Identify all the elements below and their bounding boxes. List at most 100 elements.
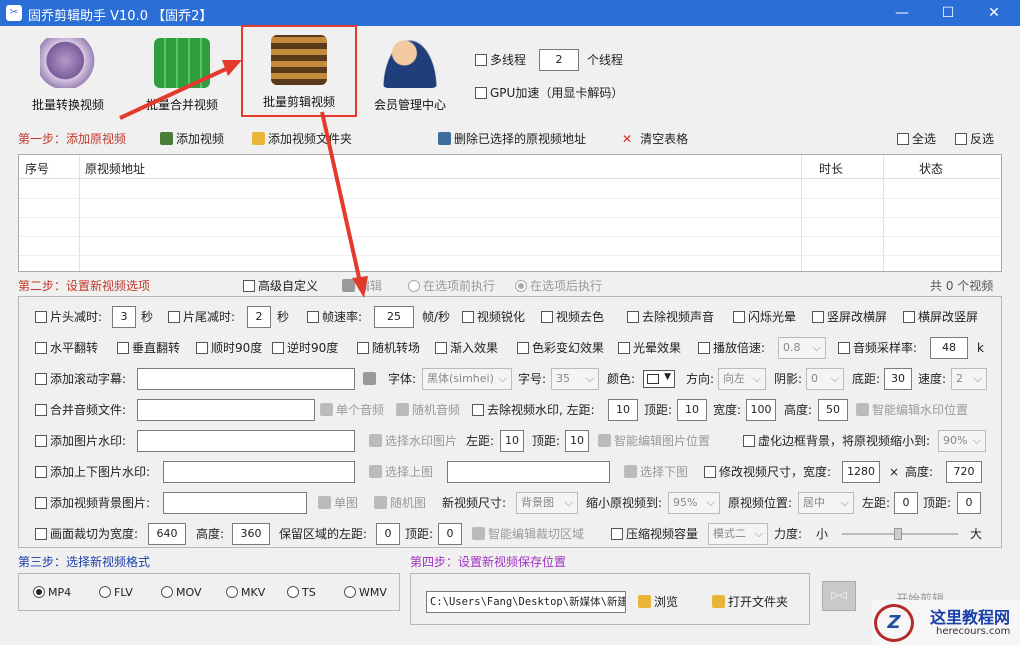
after-option[interactable]: 在选项后执行 bbox=[515, 275, 602, 297]
batch-edit-button[interactable]: 批量剪辑视频 bbox=[241, 25, 357, 117]
size-select[interactable]: 35 bbox=[551, 368, 599, 390]
samplerate-input[interactable]: 48 bbox=[930, 337, 968, 359]
crop-height-input[interactable]: 360 bbox=[232, 523, 270, 545]
mode-select[interactable]: 模式二 bbox=[708, 523, 768, 545]
color-fx-checkbox[interactable] bbox=[517, 342, 529, 354]
head-cut-input[interactable]: 3 bbox=[112, 306, 136, 328]
rotn90-option[interactable]: 逆时90度 bbox=[272, 337, 338, 359]
rotn90-checkbox[interactable] bbox=[272, 342, 284, 354]
glow-checkbox[interactable] bbox=[618, 342, 630, 354]
col-status[interactable]: 状态 bbox=[919, 160, 943, 177]
minimize-button[interactable]: — bbox=[892, 3, 912, 23]
after-radio[interactable] bbox=[515, 280, 527, 292]
invert-select-button[interactable]: 反选 bbox=[955, 128, 994, 150]
close-button[interactable]: ✕ bbox=[984, 3, 1004, 23]
h2v-checkbox[interactable] bbox=[903, 311, 915, 323]
remove-wm-checkbox[interactable] bbox=[472, 404, 484, 416]
img-wm-input[interactable] bbox=[137, 430, 355, 452]
v2h-checkbox[interactable] bbox=[812, 311, 824, 323]
wm-left-input[interactable]: 10 bbox=[608, 399, 638, 421]
member-center-button[interactable]: 会员管理中心 bbox=[360, 32, 460, 122]
before-radio[interactable] bbox=[408, 280, 420, 292]
glow-option[interactable]: 光晕效果 bbox=[618, 337, 681, 359]
audio-file-input[interactable] bbox=[137, 399, 315, 421]
fade-checkbox[interactable] bbox=[435, 342, 447, 354]
random-trans-checkbox[interactable] bbox=[357, 342, 369, 354]
shadow-select[interactable]: 0 bbox=[806, 368, 844, 390]
decolor-checkbox[interactable] bbox=[541, 311, 553, 323]
crop-width-input[interactable]: 640 bbox=[148, 523, 186, 545]
start-edit-icon[interactable]: ▷◁ bbox=[822, 581, 856, 611]
video-table[interactable]: 序号 原视频地址 时长 状态 bbox=[18, 154, 1002, 272]
hflip-option[interactable]: 水平翻转 bbox=[35, 337, 98, 359]
format-radio[interactable] bbox=[226, 586, 238, 598]
gpu-checkbox[interactable] bbox=[475, 87, 487, 99]
fade-option[interactable]: 渐入效果 bbox=[435, 337, 498, 359]
before-option[interactable]: 在选项前执行 bbox=[408, 275, 495, 297]
vflip-option[interactable]: 垂直翻转 bbox=[117, 337, 180, 359]
new-size-select[interactable]: 背景图 bbox=[516, 492, 578, 514]
rot90-option[interactable]: 顺时90度 bbox=[196, 337, 262, 359]
format-radio[interactable] bbox=[161, 586, 173, 598]
random-img-button[interactable]: 随机图 bbox=[374, 492, 426, 514]
decolor-option[interactable]: 视频去色 bbox=[541, 306, 604, 328]
wm-top-input[interactable]: 10 bbox=[677, 399, 707, 421]
edit-button[interactable]: 编辑 bbox=[342, 275, 382, 297]
resize-height-input[interactable]: 720 bbox=[946, 461, 982, 483]
blur-select[interactable]: 90% bbox=[938, 430, 986, 452]
single-img-button[interactable]: 单图 bbox=[318, 492, 358, 514]
tail-cut-checkbox[interactable] bbox=[168, 311, 180, 323]
maximize-button[interactable]: ☐ bbox=[938, 3, 958, 23]
gpu-option[interactable]: GPU加速（用显卡解码） bbox=[475, 82, 623, 104]
img-top-input[interactable]: 10 bbox=[565, 430, 589, 452]
choose-wm-button[interactable]: 选择水印图片 bbox=[369, 430, 457, 452]
browse-button[interactable]: 浏览 bbox=[638, 591, 678, 613]
sharpen-checkbox[interactable] bbox=[462, 311, 474, 323]
resize-option[interactable]: 修改视频尺寸，宽度: bbox=[704, 461, 831, 483]
merge-audio-checkbox[interactable] bbox=[35, 404, 47, 416]
select-all-checkbox[interactable] bbox=[897, 133, 909, 145]
smart-crop-button[interactable]: 智能编辑裁切区域 bbox=[472, 523, 584, 545]
threads-input[interactable]: 2 bbox=[539, 49, 579, 71]
format-ts[interactable]: TS bbox=[287, 582, 316, 604]
fps-input[interactable]: 25 bbox=[374, 306, 414, 328]
v2h-option[interactable]: 竖屏改横屏 bbox=[812, 306, 887, 328]
blur-bg-option[interactable]: 虚化边框背景，将原视频缩小到: bbox=[743, 430, 930, 452]
sharpen-option[interactable]: 视频锐化 bbox=[462, 306, 525, 328]
keep-left-input[interactable]: 0 bbox=[376, 523, 400, 545]
fps-option[interactable]: 帧速率: bbox=[307, 306, 362, 328]
add-folder-button[interactable]: 添加视频文件夹 bbox=[252, 128, 352, 150]
open-folder-button[interactable]: 打开文件夹 bbox=[712, 591, 788, 613]
keep-top-input[interactable]: 0 bbox=[438, 523, 462, 545]
choose-bottom-button[interactable]: 选择下图 bbox=[624, 461, 688, 483]
bg-left-input[interactable]: 0 bbox=[894, 492, 918, 514]
merge-audio-option[interactable]: 合并音频文件: bbox=[35, 399, 126, 421]
crop-option[interactable]: 画面裁切为宽度: bbox=[35, 523, 138, 545]
hflip-checkbox[interactable] bbox=[35, 342, 47, 354]
add-video-button[interactable]: 添加视频 bbox=[160, 128, 224, 150]
vflip-checkbox[interactable] bbox=[117, 342, 129, 354]
topbottom-option[interactable]: 添加上下图片水印: bbox=[35, 461, 150, 483]
img-wm-option[interactable]: 添加图片水印: bbox=[35, 430, 126, 452]
scroll-sub-checkbox[interactable] bbox=[35, 373, 47, 385]
resize-width-input[interactable]: 1280 bbox=[842, 461, 880, 483]
format-wmv[interactable]: WMV bbox=[344, 582, 387, 604]
head-cut-option[interactable]: 片头减时: bbox=[35, 306, 102, 328]
wm-height-input[interactable]: 50 bbox=[818, 399, 848, 421]
format-radio[interactable] bbox=[287, 586, 299, 598]
format-radio[interactable] bbox=[33, 586, 45, 598]
fps-checkbox[interactable] bbox=[307, 311, 319, 323]
img-wm-checkbox[interactable] bbox=[35, 435, 47, 447]
random-audio-button[interactable]: 随机音频 bbox=[396, 399, 460, 421]
flash-checkbox[interactable] bbox=[733, 311, 745, 323]
choose-top-button[interactable]: 选择上图 bbox=[369, 461, 433, 483]
direction-select[interactable]: 向左 bbox=[718, 368, 766, 390]
compress-checkbox[interactable] bbox=[611, 528, 623, 540]
delete-selected-button[interactable]: 删除已选择的原视频地址 bbox=[438, 128, 586, 150]
multithread-checkbox[interactable] bbox=[475, 54, 487, 66]
mute-checkbox[interactable] bbox=[627, 311, 639, 323]
bgimg-option[interactable]: 添加视频背景图片: bbox=[35, 492, 150, 514]
samplerate-checkbox[interactable] bbox=[838, 342, 850, 354]
color-picker[interactable]: ▼ bbox=[643, 370, 675, 388]
random-trans-option[interactable]: 随机转场 bbox=[357, 337, 420, 359]
